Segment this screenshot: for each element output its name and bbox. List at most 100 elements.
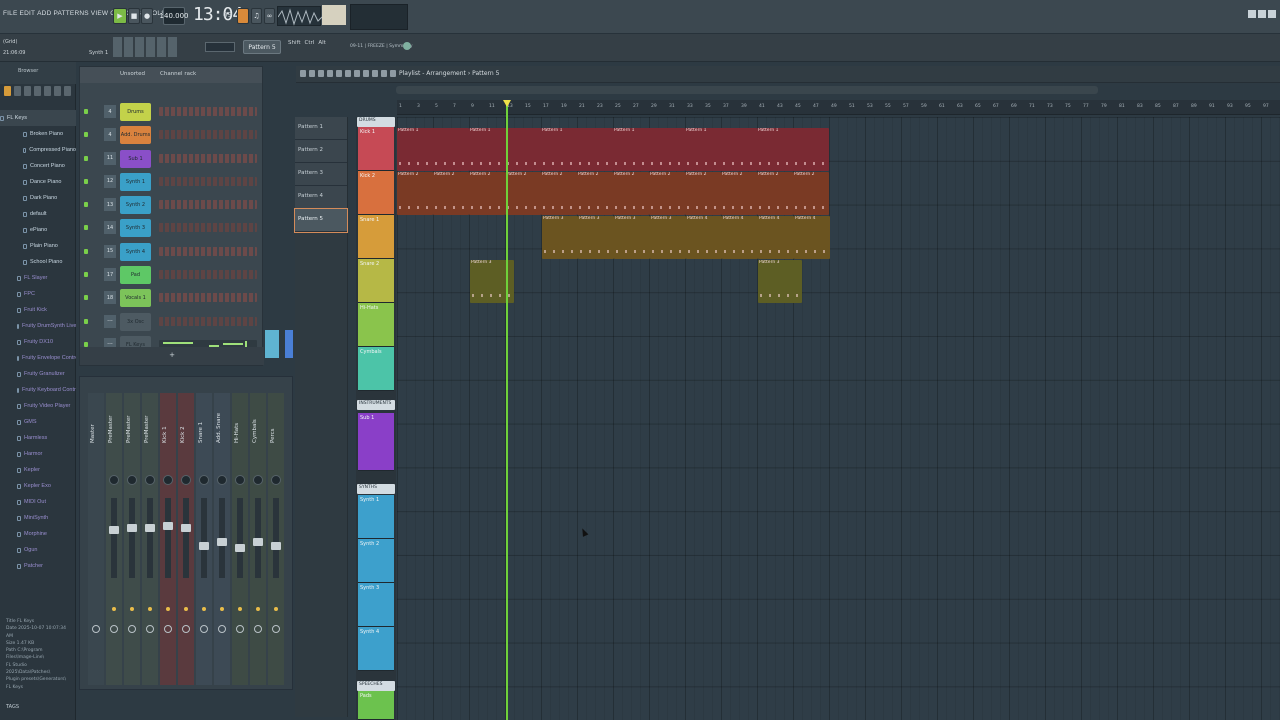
channel-mixer-target[interactable]: --- xyxy=(104,314,116,328)
close-icon[interactable] xyxy=(1268,10,1276,18)
channel-led-icon[interactable] xyxy=(84,132,88,138)
channel-mixer-target[interactable]: 17 xyxy=(104,268,116,282)
volume-fader[interactable] xyxy=(201,498,207,578)
step-sequencer[interactable] xyxy=(159,223,257,233)
menu-item-edit[interactable]: EDIT xyxy=(20,10,36,17)
step-sequencer[interactable] xyxy=(159,153,257,163)
browser-item[interactable]: Concert Piano xyxy=(0,158,76,174)
menu-item-patterns[interactable]: PATTERNS xyxy=(53,10,88,17)
track-header[interactable]: Pads xyxy=(358,691,394,720)
playlist-timeline-ruler[interactable]: 1 3 5 7 9 11 13 15 17 19 21 23 25 27 29 31 33 35 37 39 41 43 4… xyxy=(397,100,1280,115)
mixer-strip[interactable]: Master xyxy=(88,393,104,685)
step-sequencer[interactable] xyxy=(159,293,257,303)
fx-active-icon[interactable] xyxy=(184,607,188,611)
route-icon[interactable] xyxy=(218,625,226,633)
playlist-clip[interactable]: Pattern 2 xyxy=(541,172,577,215)
channel-mixer-target[interactable]: 13 xyxy=(104,198,116,212)
browser-item[interactable]: Compressed Piano xyxy=(0,142,76,158)
browser-item[interactable]: FL Slayer xyxy=(0,270,76,286)
track-header[interactable]: Synth 4 xyxy=(358,627,394,671)
menu-item-view[interactable]: VIEW xyxy=(91,10,108,17)
browser-folder-icon[interactable] xyxy=(14,86,21,96)
browser-item[interactable]: Fruity Granulizer xyxy=(0,366,76,382)
step-sequencer[interactable] xyxy=(159,176,257,186)
browser-item[interactable]: Harmless xyxy=(0,430,76,446)
browser-item[interactable]: FL Keys xyxy=(0,110,76,126)
channel-rack-header[interactable]: Unsorted Channel rack xyxy=(80,67,262,83)
channel-mixer-target[interactable]: 15 xyxy=(104,244,116,258)
track-header[interactable]: Kick 1 xyxy=(358,127,394,171)
playlist-clip[interactable]: Pattern 2 xyxy=(505,172,541,215)
fader-cap-icon[interactable] xyxy=(181,524,191,532)
channel-row[interactable]: 14 Synth 3 xyxy=(80,217,264,240)
piano-roll-view-icon[interactable] xyxy=(124,37,133,57)
pan-knob[interactable] xyxy=(235,475,245,485)
browser-item[interactable]: Dark Piano xyxy=(0,190,76,206)
pan-knob[interactable] xyxy=(127,475,137,485)
fader-cap-icon[interactable] xyxy=(109,526,119,534)
speaker-icon[interactable] xyxy=(390,70,396,77)
channel-row[interactable]: 13 Synth 2 xyxy=(80,194,264,217)
route-icon[interactable] xyxy=(110,625,118,633)
playhead-marker-icon[interactable] xyxy=(503,100,511,107)
playlist-clip[interactable]: Pattern 1 xyxy=(685,128,757,171)
channel-name-button[interactable]: Drums xyxy=(120,103,151,121)
playlist-clip[interactable]: Pattern 2 xyxy=(721,172,757,215)
browser-item[interactable]: Kepler xyxy=(0,462,76,478)
playlist-clip[interactable]: Pattern 4 xyxy=(686,216,722,259)
add-channel-button[interactable]: + xyxy=(80,347,264,365)
pan-knob[interactable] xyxy=(181,475,191,485)
channel-name-button[interactable]: Sub 1 xyxy=(120,149,151,168)
route-icon[interactable] xyxy=(254,625,262,633)
channel-row[interactable]: 11 Sub 1 xyxy=(80,148,264,171)
metronome-button[interactable]: ♫ xyxy=(251,8,262,24)
fader-cap-icon[interactable] xyxy=(217,538,227,546)
alt-key[interactable]: Alt xyxy=(318,40,325,46)
fader-cap-icon[interactable] xyxy=(235,544,245,552)
browser-item[interactable]: Fruity Envelope Controller xyxy=(0,350,76,366)
mixer-strip[interactable]: Kick 2 xyxy=(178,393,194,685)
volume-fader[interactable] xyxy=(129,498,135,578)
track-group-header[interactable]: SYNTHS xyxy=(357,484,395,494)
browser-item[interactable]: Fruity Keyboard Controller xyxy=(0,382,76,398)
mixer-strip[interactable]: Snare 1 xyxy=(196,393,212,685)
channel-led-icon[interactable] xyxy=(84,178,88,184)
channel-led-icon[interactable] xyxy=(84,295,88,301)
step-sequencer[interactable] xyxy=(159,246,257,256)
step-sequencer[interactable] xyxy=(159,107,257,116)
volume-fader[interactable] xyxy=(237,498,243,578)
pattern-item[interactable]: Pattern 3 xyxy=(295,163,347,186)
ctrl-key[interactable]: Ctrl xyxy=(305,40,315,46)
pan-knob[interactable] xyxy=(145,475,155,485)
browser-item[interactable]: Dance Piano xyxy=(0,174,76,190)
track-header[interactable]: Kick 2 xyxy=(358,171,394,215)
master-volume-display[interactable] xyxy=(322,5,346,25)
volume-fader[interactable] xyxy=(165,498,171,578)
pattern-song-toggle[interactable] xyxy=(237,8,249,24)
track-header[interactable]: Hi-Hats xyxy=(358,303,394,347)
fx-active-icon[interactable] xyxy=(274,607,278,611)
browser-tags[interactable]: TAGS xyxy=(6,704,19,710)
pan-knob[interactable] xyxy=(217,475,227,485)
step-sequencer[interactable] xyxy=(159,200,257,210)
playlist-clip[interactable]: Pattern 2 xyxy=(433,172,469,215)
fader-cap-icon[interactable] xyxy=(163,522,173,530)
channel-row[interactable]: 4 Drums xyxy=(80,101,264,124)
playlist-clip[interactable]: Pattern 2 xyxy=(469,172,505,215)
browser-back-icon[interactable] xyxy=(24,86,31,96)
route-icon[interactable] xyxy=(182,625,190,633)
pan-knob[interactable] xyxy=(253,475,263,485)
channel-mixer-target[interactable]: 14 xyxy=(104,221,116,235)
browser-item[interactable]: Harmor xyxy=(0,446,76,462)
pattern-selector[interactable]: Pattern 5 xyxy=(243,40,281,54)
playlist-clip[interactable]: Pattern 3 xyxy=(614,216,650,259)
restore-icon[interactable] xyxy=(1258,10,1266,18)
draw-tool-icon[interactable] xyxy=(300,70,306,77)
volume-fader[interactable] xyxy=(273,498,279,578)
fx-active-icon[interactable] xyxy=(148,607,152,611)
fx-active-icon[interactable] xyxy=(256,607,260,611)
channel-row[interactable]: 17 Pad xyxy=(80,264,264,287)
playlist-clip[interactable]: Pattern 1 xyxy=(613,128,685,171)
track-group-header[interactable]: SPEECHES xyxy=(357,681,395,691)
snap-selector[interactable] xyxy=(205,42,235,52)
